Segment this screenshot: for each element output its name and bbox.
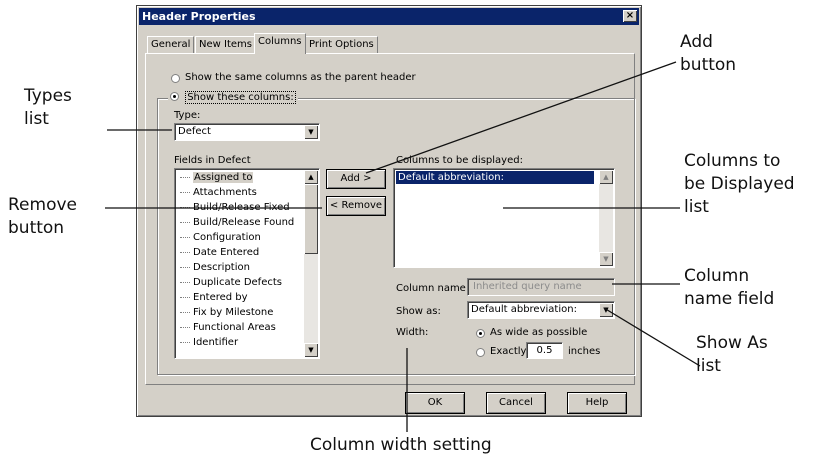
callout-remove-button: Remove button	[8, 195, 77, 238]
callout-columns-displayed: Columns to be Displayed list	[684, 151, 795, 217]
callout-types-list: Types list	[24, 86, 72, 129]
callout-add-button: Add button	[680, 32, 737, 75]
callout-column-name: Column name field	[684, 266, 775, 309]
tab-columns[interactable]: Columns	[254, 33, 306, 54]
callout-show-as: Show As list	[696, 333, 768, 376]
callout-column-width: Column width setting	[310, 435, 492, 455]
